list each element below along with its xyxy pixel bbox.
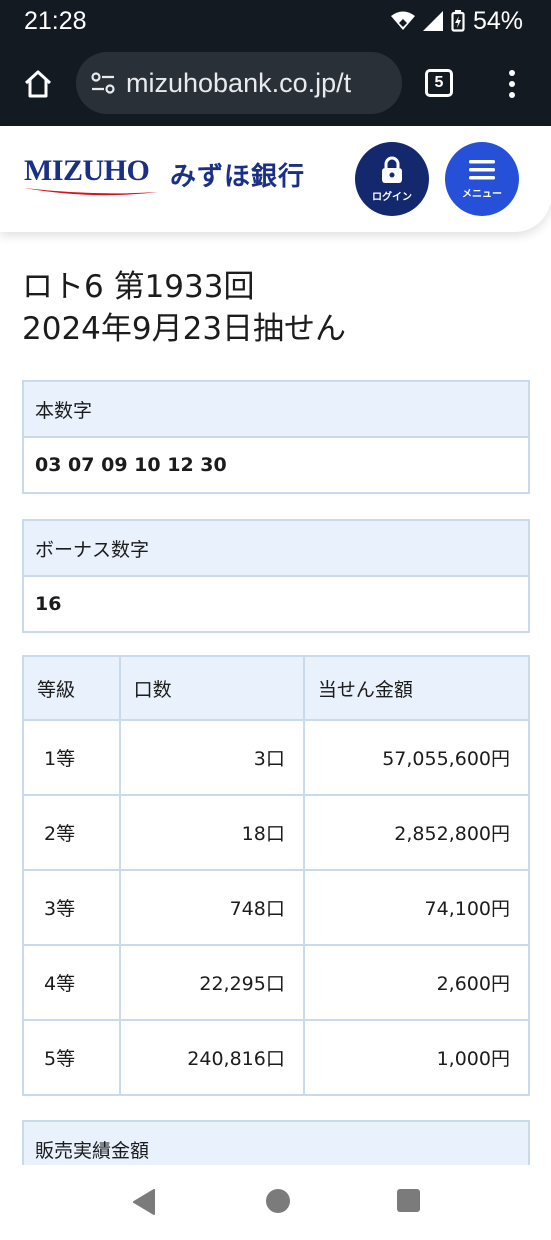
main-numbers-box: 本数字 03 07 09 10 12 30 [22,380,530,494]
rank-cell: 1等 [22,719,121,796]
table-header-row: 等級 口数 当せん金額 [22,655,531,721]
status-bar: 21:28 54% [0,0,551,42]
bank-name-jp: みずほ銀行 [170,162,306,192]
main-content: ロト6 第1933回 2024年9月23日抽せん 本数字 03 07 09 10… [22,232,531,1180]
status-time: 21:28 [24,6,87,35]
login-button[interactable]: ログイン [355,142,429,216]
page-title: ロト6 第1933回 2024年9月23日抽せん [22,266,530,350]
header-rank: 等級 [22,655,121,721]
main-numbers-value: 03 07 09 10 12 30 [35,454,227,476]
url-text[interactable]: mizuhobank.co.jp/t [126,68,351,99]
wifi-icon [390,11,415,30]
login-label: ログイン [372,191,412,203]
count-cell: 748口 [118,869,305,946]
amount-cell: 74,100円 [302,869,531,946]
count-cell: 22,295口 [118,944,305,1021]
lock-icon [382,156,402,183]
count-cell: 240,816口 [118,1019,305,1096]
rank-cell: 5等 [22,1019,121,1096]
site-settings-icon[interactable] [90,70,116,96]
table-row: 4等 22,295口 2,600円 [22,944,531,1021]
bonus-number-header: ボーナス数字 [24,521,528,577]
count-cell: 18口 [118,794,305,871]
signal-icon [422,11,443,31]
site-header: MIZUHO みずほ銀行 ログイン メニュー [0,126,551,232]
amount-cell: 1,000円 [302,1019,531,1096]
home-nav-icon[interactable] [266,1189,290,1213]
address-bar[interactable]: mizuhobank.co.jp/t [76,52,402,114]
hamburger-icon [469,159,495,179]
menu-label: メニュー [462,188,502,200]
rank-cell: 3等 [22,869,121,946]
prize-table: 等級 口数 当せん金額 1等 3口 57,055,600円 2等 18口 2,8… [22,655,531,1096]
table-row: 5等 240,816口 1,000円 [22,1019,531,1096]
back-icon[interactable] [132,1189,156,1215]
main-numbers-header: 本数字 [24,382,528,438]
tab-switcher-button[interactable]: 5 [425,69,453,97]
browser-toolbar: mizuhobank.co.jp/t 5 [0,42,551,126]
table-row: 3等 748口 74,100円 [22,869,531,946]
count-cell: 3口 [118,719,305,796]
battery-icon [451,10,465,32]
more-options-icon[interactable] [500,66,524,102]
status-icons: 54% [390,6,523,36]
amount-cell: 2,600円 [302,944,531,1021]
title-line-2: 2024年9月23日抽せん [22,311,347,347]
bonus-number-value: 16 [35,593,62,615]
home-icon[interactable] [18,64,58,104]
table-row: 1等 3口 57,055,600円 [22,719,531,796]
bonus-number-box: ボーナス数字 16 [22,519,530,633]
header-count: 口数 [118,655,305,721]
battery-percent: 54% [472,6,523,35]
logo-swoosh-icon [24,188,158,196]
recent-apps-icon[interactable] [397,1189,420,1212]
rank-cell: 4等 [22,944,121,1021]
rank-cell: 2等 [22,794,121,871]
title-line-1: ロト6 第1933回 [22,269,255,305]
header-amount: 当せん金額 [302,655,531,721]
mizuho-logo[interactable]: MIZUHO [24,154,150,188]
table-row: 2等 18口 2,852,800円 [22,794,531,871]
amount-cell: 2,852,800円 [302,794,531,871]
menu-button[interactable]: メニュー [445,142,519,216]
amount-cell: 57,055,600円 [302,719,531,796]
system-nav-bar [0,1165,551,1240]
